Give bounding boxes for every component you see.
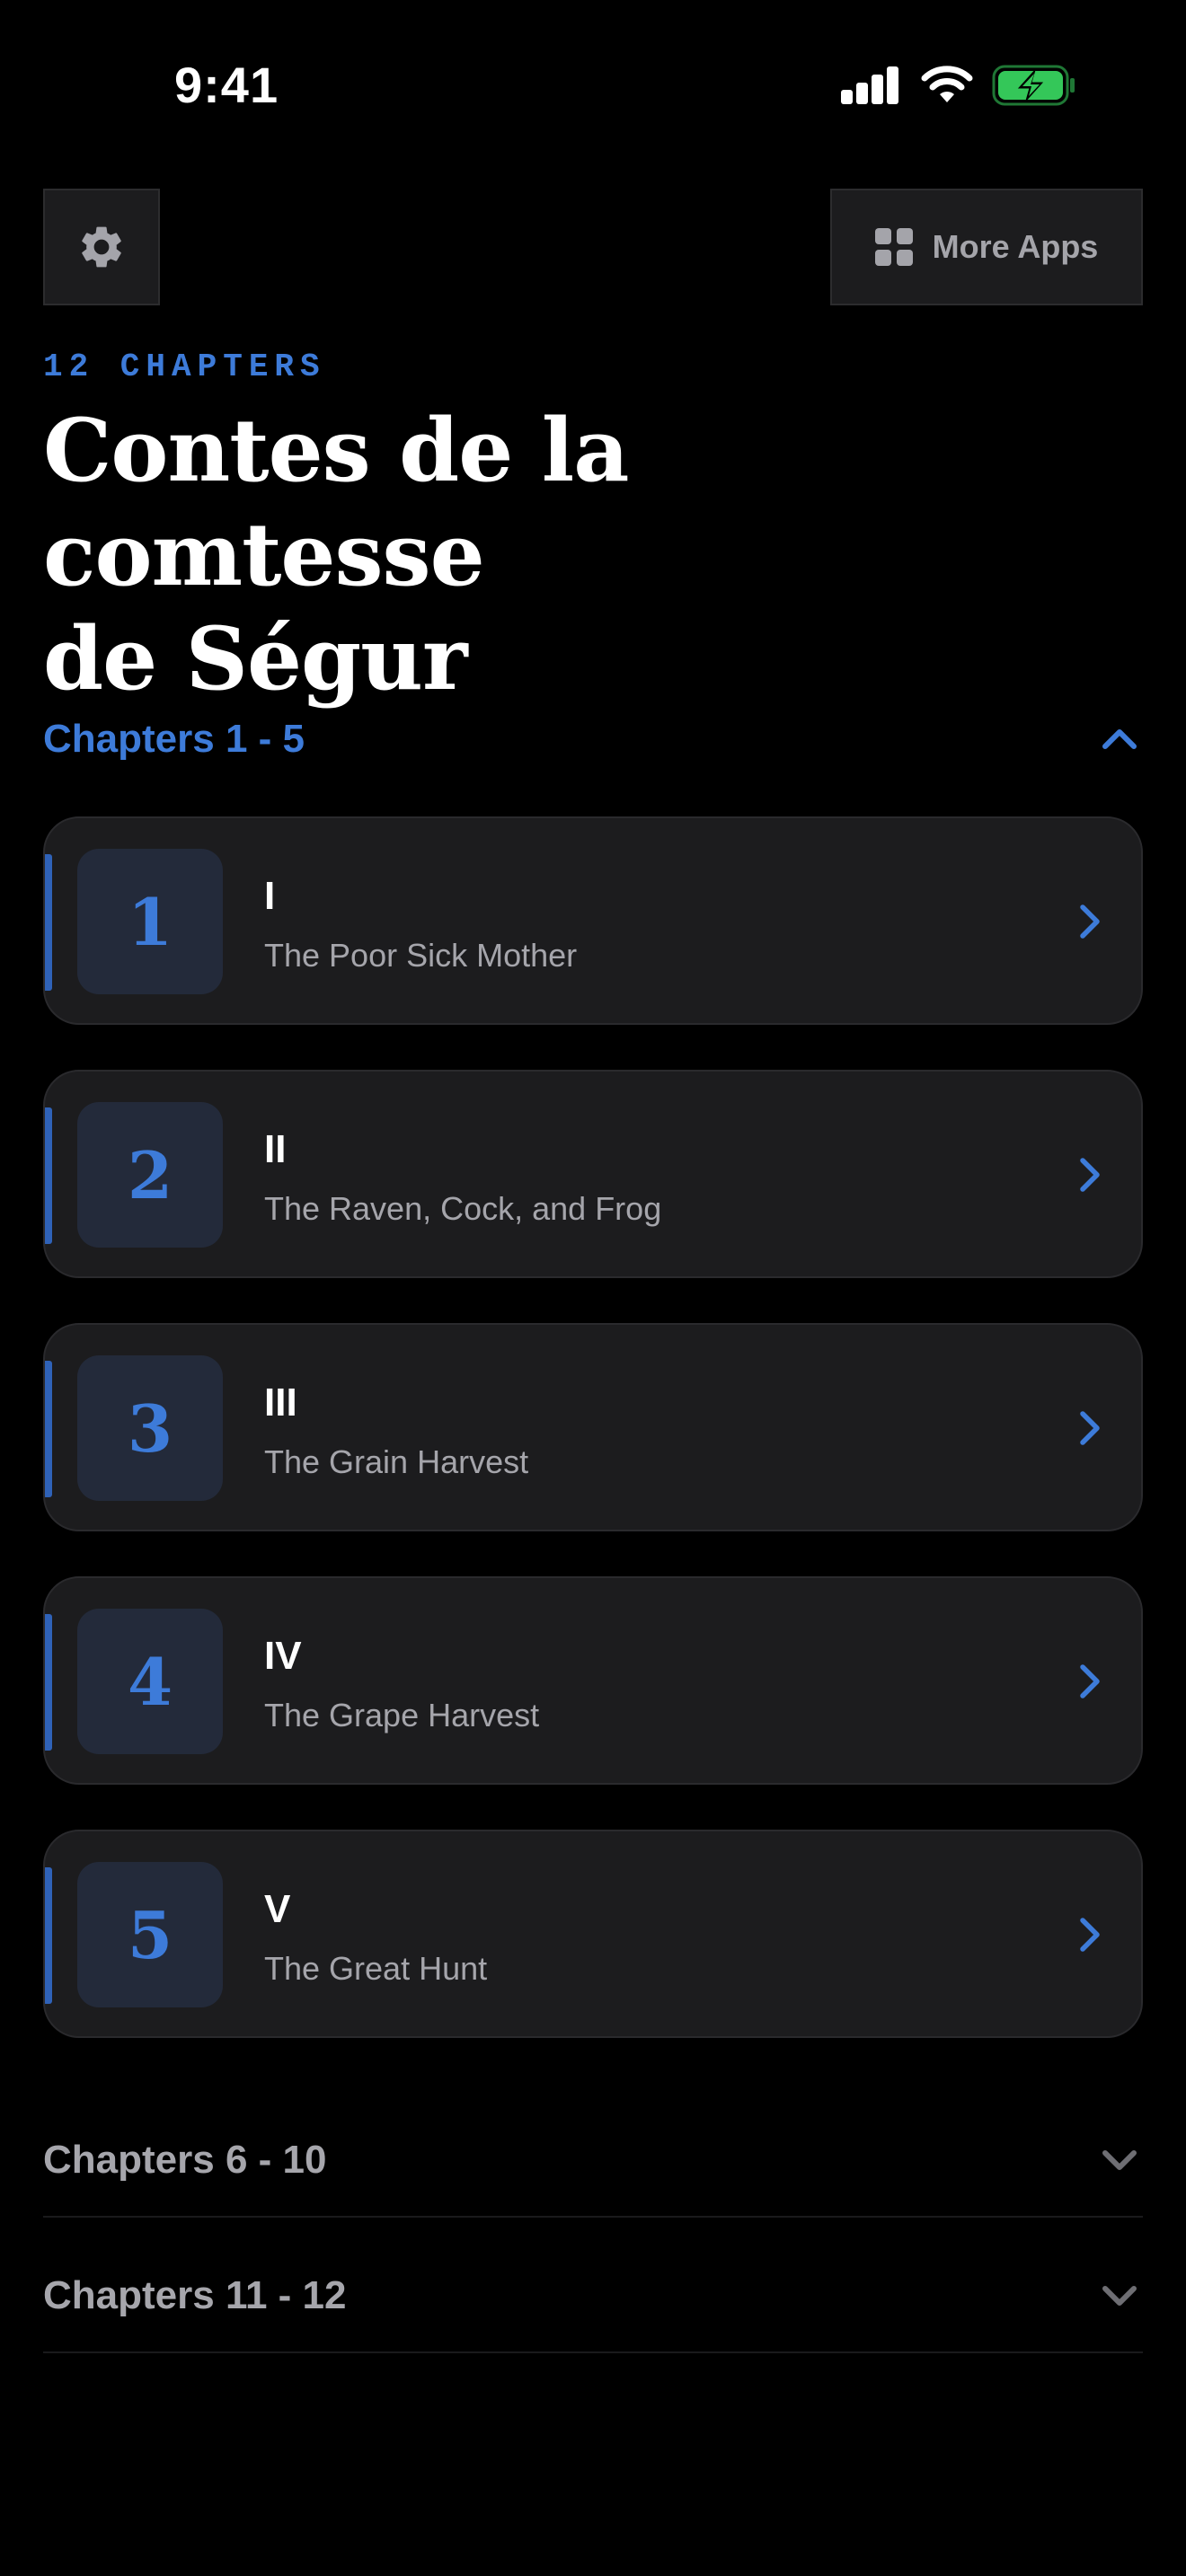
chapter-number: 4 [127,1643,173,1720]
section-header-chapters-1-5[interactable]: Chapters 1 - 5 [43,694,1143,784]
status-time: 9:41 [174,57,279,113]
gear-icon [82,226,121,268]
wifi-icon [921,66,973,102]
chapter-number: 5 [127,1896,173,1973]
chapter-number: 3 [127,1389,173,1467]
section-header-chapters-6-10[interactable]: Chapters 6 - 10 [43,2104,1143,2218]
chapter-title: The Poor Sick Mother [264,937,578,974]
chapter-card-2[interactable]: 2 II The Raven, Cock, and Frog [43,1070,1143,1278]
card-accent-bar [45,1614,52,1751]
chapter-title: The Grain Harvest [264,1443,529,1480]
chapter-card-4[interactable]: 4 IV The Grape Harvest [43,1576,1143,1785]
chapter-number-badge: 4 [77,1609,223,1754]
chapter-card-3[interactable]: 3 III The Grain Harvest [43,1323,1143,1531]
chapter-number-badge: 2 [77,1102,223,1248]
settings-button[interactable] [43,189,160,305]
chevron-down-icon [1100,2276,1139,2316]
chevron-up-icon [1100,719,1139,759]
chapter-number-badge: 1 [77,849,223,994]
more-apps-label: More Apps [932,228,1099,265]
chapter-number-badge: 5 [77,1862,223,2007]
chevron-right-icon [1080,1158,1100,1192]
card-accent-bar [45,1107,52,1244]
section-header-chapters-11-12[interactable]: Chapters 11 - 12 [43,2240,1143,2353]
book-title-line-1: Contes de la comtesse [43,400,629,605]
chapter-number-badge: 3 [77,1355,223,1501]
chapter-title: The Grape Harvest [264,1697,540,1734]
chapter-roman-numeral: III [264,1381,297,1425]
section-label: Chapters 1 - 5 [43,717,305,761]
chapter-number: 1 [127,883,173,960]
cellular-signal-icon [841,66,900,104]
chevron-right-icon [1080,1664,1100,1698]
chevron-right-icon [1080,1918,1100,1952]
battery-charging-icon [992,65,1075,106]
grid-icon [874,228,913,266]
chapter-title: The Raven, Cock, and Frog [264,1190,662,1227]
card-accent-bar [45,854,52,991]
more-apps-button[interactable]: More Apps [830,189,1143,305]
chapter-roman-numeral: I [264,874,276,918]
card-accent-bar [45,1361,52,1497]
card-accent-bar [45,1867,52,2004]
chapter-card-1[interactable]: 1 I The Poor Sick Mother [43,816,1143,1025]
status-bar: 9:41 [0,0,1186,171]
chapter-number: 2 [127,1136,173,1213]
section-label: Chapters 6 - 10 [43,2138,327,2182]
chevron-right-icon [1080,1411,1100,1445]
chevron-down-icon [1100,2140,1139,2180]
chapter-roman-numeral: V [264,1887,291,1931]
chapter-title: The Great Hunt [264,1950,488,1987]
chapter-card-5[interactable]: 5 V The Great Hunt [43,1830,1143,2038]
chevron-right-icon [1080,904,1100,939]
chapter-count: 12 CHAPTERS [43,348,326,385]
chapter-roman-numeral: IV [264,1634,302,1678]
chapter-roman-numeral: II [264,1127,287,1171]
book-title: Contes de la comtesse de Ségur [43,399,1013,711]
section-label: Chapters 11 - 12 [43,2273,347,2317]
